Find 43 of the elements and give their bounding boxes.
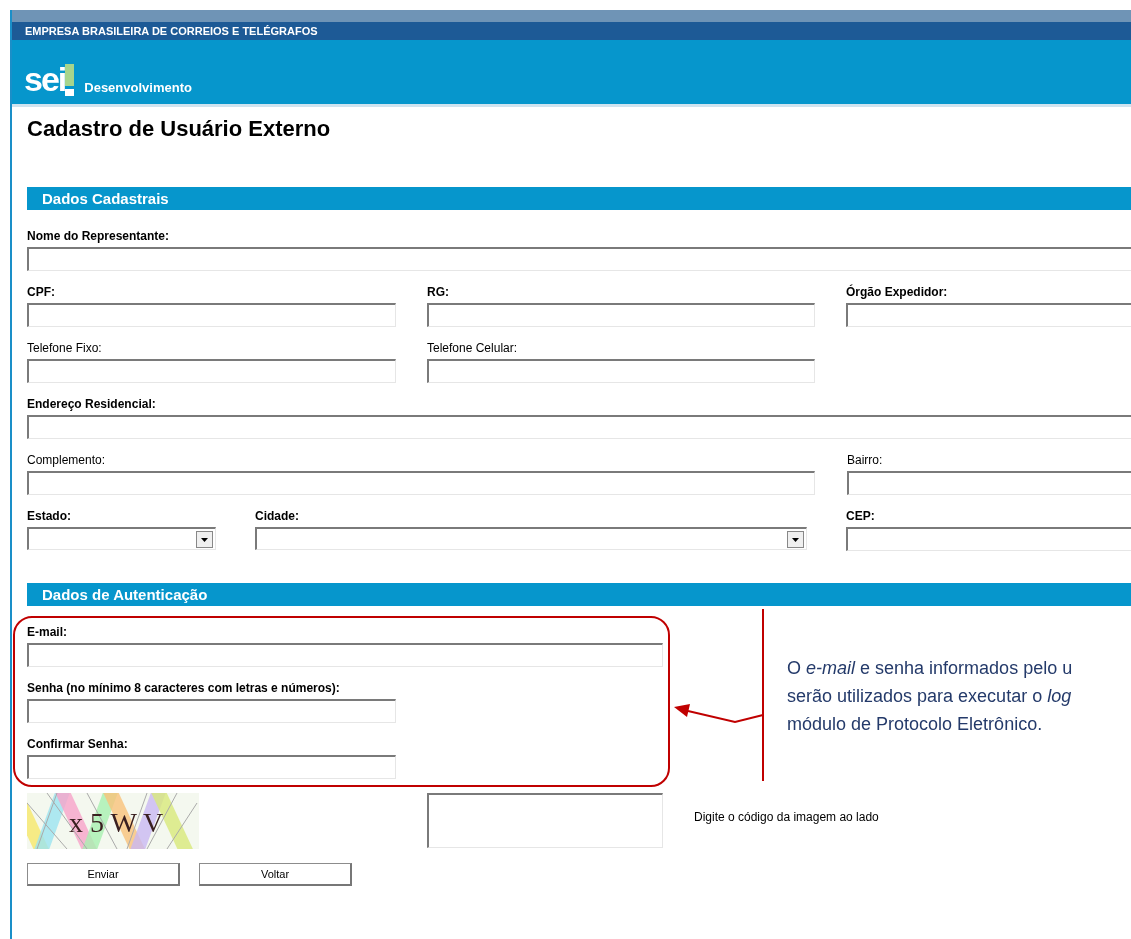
captcha-field[interactable] [427,793,663,848]
logo: sei [24,62,66,96]
exclamation-icon [65,64,75,96]
submit-button[interactable]: Enviar [27,863,180,886]
environment-label: Desenvolvimento [84,80,192,95]
captcha-hint: Digite o código da imagem ao lado [694,810,879,824]
field-label: Endereço Residencial: [27,397,157,411]
field-label: Telefone Celular: [427,341,519,355]
field-label: Telefone Fixo: [27,341,103,355]
dropdown[interactable] [27,527,216,550]
section-title: Dados Cadastrais [42,190,169,207]
input-field[interactable] [846,527,1131,551]
field-label: CPF: [27,285,56,299]
field-label: Senha (no mínimo 8 caracteres com letras e números): [27,681,341,695]
password-field[interactable] [27,699,396,723]
captcha-text: x 5 W V [69,807,164,839]
callout-text: O e-mail e senha informados pelo u serão utilizados para executar o log módulo de Protocolo Eletrônico. [787,657,1074,736]
input-field[interactable] [846,303,1131,327]
input-field[interactable] [27,303,396,327]
input-field[interactable] [427,359,815,383]
input-field[interactable] [27,359,396,383]
field-label: Nome do Representante: [27,229,171,243]
input-field[interactable] [27,471,815,495]
input-field[interactable] [27,415,1131,439]
field-label: Bairro: [847,453,884,467]
input-field[interactable] [847,471,1131,495]
field-label: Complemento: [27,453,107,467]
field-label: Cidade: [255,509,300,523]
field-label: Confirmar Senha: [27,737,129,751]
dropdown[interactable] [255,527,807,550]
password-field[interactable] [27,755,396,779]
field-label: Estado: [27,509,72,523]
input-field[interactable] [27,247,1131,271]
page-title: Cadastro de Usuário Externo [27,116,332,142]
input-field[interactable] [27,643,663,667]
field-label: Órgão Expedidor: [846,285,949,299]
organization-name: EMPRESA BRASILEIRA DE CORREIOS E TELÉGRAFOS [25,25,318,37]
section-title: Dados de Autenticação [42,586,208,603]
back-button[interactable]: Voltar [199,863,352,886]
field-label: CEP: [846,509,876,523]
field-label: RG: [427,285,450,299]
field-label: E-mail: [27,625,68,639]
input-field[interactable] [427,303,815,327]
